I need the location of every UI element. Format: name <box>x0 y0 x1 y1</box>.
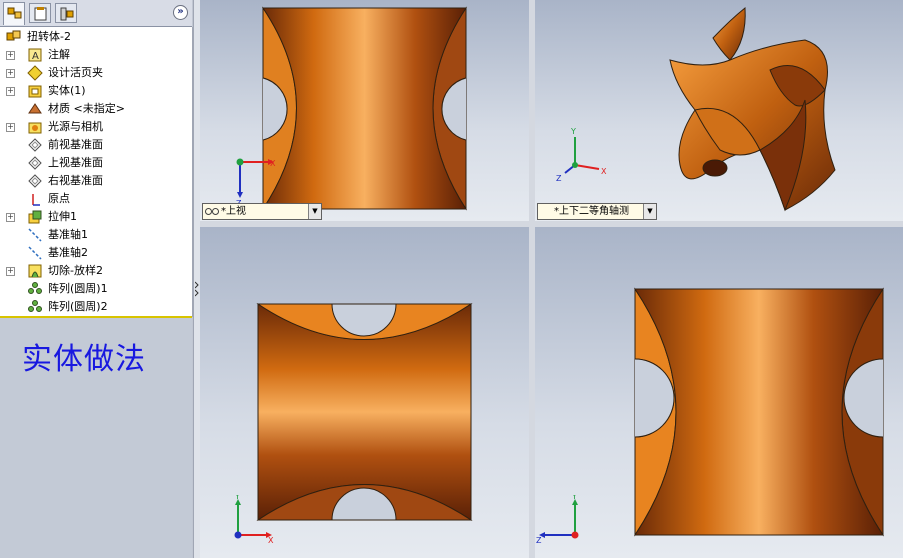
circular-pattern-icon <box>28 282 42 294</box>
tree-item-label: 材质 <未指定> <box>48 102 125 115</box>
triad-trimetric: Y X Z <box>556 127 607 183</box>
feature-manager-panel: » 扭转体-2 + A 注解 + 设计活页夹 + 实体(1) 材质 <未指定> + 光源与相机前视… <box>0 0 196 558</box>
axis-icon <box>28 246 42 260</box>
tree-item-label: 切除-放样2 <box>48 264 103 277</box>
origin-icon <box>32 194 40 206</box>
tab-configuration-manager[interactable] <box>55 3 77 23</box>
expand-icon[interactable]: + <box>6 87 15 96</box>
axis-y-label: Y <box>570 127 576 136</box>
trimetric-view-model <box>669 7 836 212</box>
axis-z-label: Z <box>536 536 542 545</box>
tab-property-manager[interactable] <box>29 3 51 23</box>
axis-x-label: X <box>270 159 276 168</box>
lights-camera-icon <box>28 122 42 134</box>
chevron-down-icon[interactable]: ▼ <box>643 204 656 219</box>
design-binder-icon <box>27 65 43 81</box>
view-label-top: *上视 <box>221 206 246 217</box>
view-orientation-menu-top[interactable]: *上视 ▼ <box>202 203 322 220</box>
configuration-manager-icon <box>60 7 74 21</box>
triad-top-view: X Z <box>236 158 276 208</box>
axis-z-label: Z <box>556 174 562 183</box>
expand-icon[interactable]: + <box>6 123 15 132</box>
chevron-down-icon[interactable]: ▼ <box>308 204 321 219</box>
svg-text:A: A <box>32 51 39 62</box>
expand-icon[interactable]: + <box>6 267 15 276</box>
collapse-panel-button[interactable]: » <box>173 5 188 20</box>
tree-item-label: 前视基准面 <box>48 138 103 151</box>
viewport-top[interactable]: X Z *上视 ▼ <box>200 0 529 221</box>
tree-item-label: 基准轴2 <box>48 246 88 259</box>
tab-feature-manager[interactable] <box>3 2 25 25</box>
expand-icon[interactable]: + <box>6 213 15 222</box>
view-label-trimetric: *上下二等角轴测 <box>554 206 629 217</box>
notes-area: 实体做法 <box>0 318 192 558</box>
axis-x-label: X <box>601 167 607 176</box>
tree-root-label: 扭转体-2 <box>27 30 71 43</box>
view-glasses-icon <box>205 208 219 215</box>
solid-body-icon <box>28 85 42 98</box>
material-icon <box>28 103 42 114</box>
plane-icon <box>28 174 42 188</box>
annotation-icon: A <box>28 48 42 62</box>
feature-tree: 扭转体-2 + A 注解 + 设计活页夹 + 实体(1) 材质 <未指定> + 光源与相机前视基准… <box>0 27 193 317</box>
property-manager-icon <box>34 7 47 21</box>
tree-item-label: 右视基准面 <box>48 174 103 187</box>
axis-x-label: X <box>268 536 274 545</box>
splitter-grip-icon[interactable] <box>195 280 199 302</box>
tree-item-label: 注解 <box>48 48 70 61</box>
tree-item-label: 拉伸1 <box>48 210 77 223</box>
tree-item-label: 阵列(圆周)1 <box>48 282 108 295</box>
tree-item-label: 光源与相机 <box>48 120 103 133</box>
axis-y-label: Y <box>571 495 577 501</box>
tree-item-label: 原点 <box>48 192 70 205</box>
extrude-icon <box>28 210 42 224</box>
feature-tree-icon <box>7 7 22 19</box>
panel-tabs: » <box>0 0 192 27</box>
tree-item-label: 阵列(圆周)2 <box>48 300 108 313</box>
triad-front-view: Y X <box>234 495 274 545</box>
tree-item-label: 基准轴1 <box>48 228 88 241</box>
view-orientation-menu-trimetric[interactable]: *上下二等角轴测 ▼ <box>537 203 657 220</box>
triad-right-view: Y Z <box>536 495 579 545</box>
viewport-front[interactable]: Y X <box>200 227 529 558</box>
axis-y-label: Y <box>234 495 240 501</box>
viewport-trimetric[interactable]: Y X Z *上下二等角轴测 ▼ <box>535 0 903 221</box>
expand-icon[interactable]: + <box>6 51 15 60</box>
tree-item-label: 设计活页夹 <box>48 66 103 79</box>
plane-icon <box>28 138 42 152</box>
tree-item-label: 上视基准面 <box>48 156 103 169</box>
plane-icon <box>28 156 42 170</box>
axis-icon <box>28 228 42 242</box>
part-icon <box>6 30 21 41</box>
circular-pattern-icon <box>28 300 42 312</box>
viewport-right[interactable]: Y Z <box>535 227 903 558</box>
expand-icon[interactable]: + <box>6 69 15 78</box>
cut-loft-icon <box>28 264 42 278</box>
note-text: 实体做法 <box>22 342 146 377</box>
tree-item-label: 实体(1) <box>48 84 86 97</box>
